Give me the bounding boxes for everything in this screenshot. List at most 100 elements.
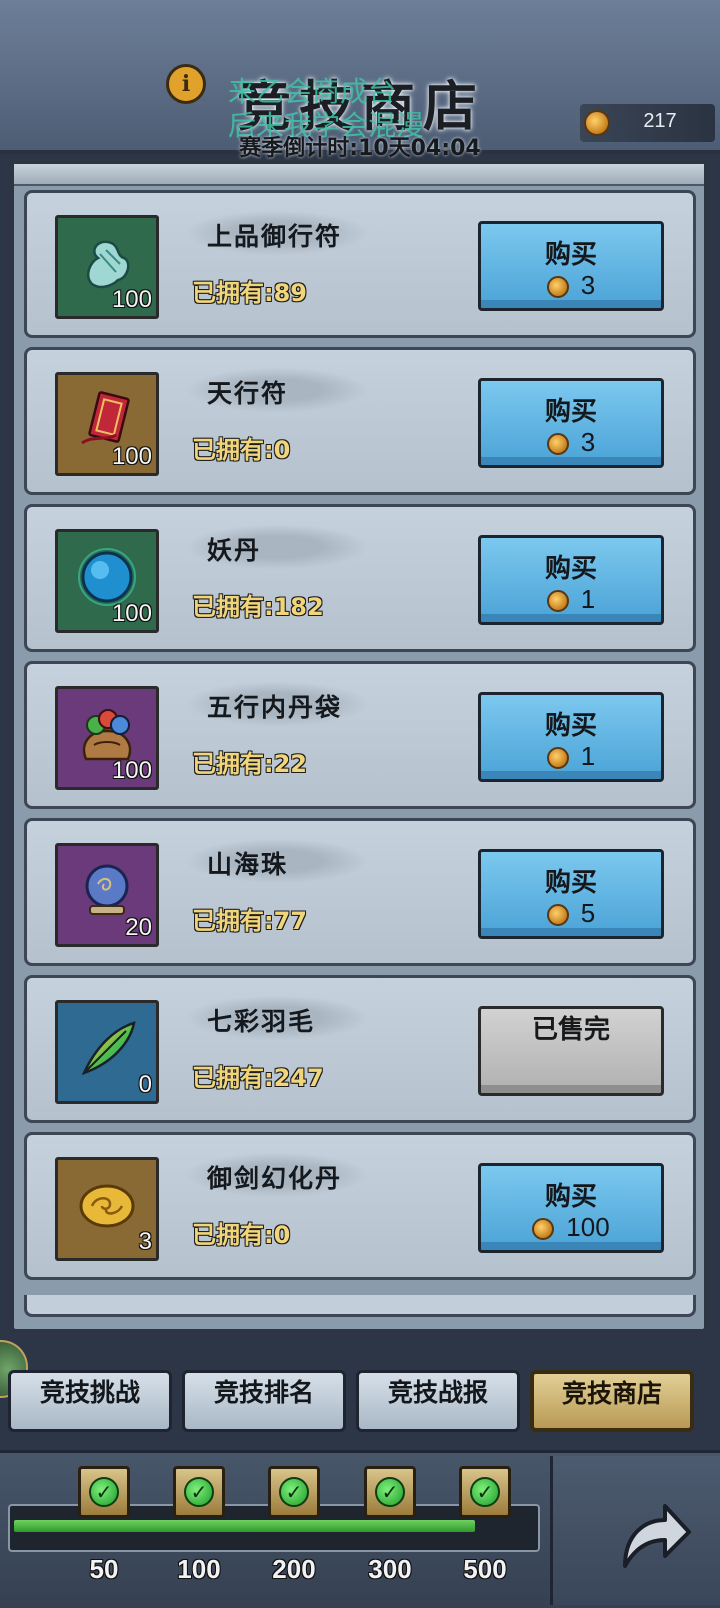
buy-price: 3 [481,270,661,301]
milestone-chest[interactable]: ✓ [459,1466,511,1518]
price-value: 100 [566,1212,610,1242]
milestone-chest[interactable]: ✓ [364,1466,416,1518]
item-art [76,1017,138,1079]
header-bar: i 竞技商店 来乙会商成台 后来我学会混漫 赛季倒计时:10天04:04 217 [0,0,720,161]
item-owned-count: 已拥有:0 [192,1221,291,1249]
milestone-label: 500 [463,1554,507,1584]
item-stack-count: 100 [111,600,152,627]
buy-label: 购买 [544,240,597,270]
shop-item-card: 100 天行符已拥有:0 购买 3 [24,347,696,495]
buy-price: 5 [481,898,661,929]
shop-item-card: 100 妖丹已拥有:182 购买 1 [24,504,696,652]
tab-2[interactable]: 竞技排名 [182,1370,346,1432]
scroll-talisman-icon[interactable]: 100 [55,215,159,319]
milestone-chest[interactable]: ✓ [78,1466,130,1518]
item-stack-count: 100 [111,443,152,470]
buy-button[interactable]: 购买 1 [478,692,664,782]
buy-button[interactable]: 购买 100 [478,1163,664,1253]
buy-label: 购买 [544,868,597,898]
item-owned-count: 已拥有:0 [192,436,291,464]
item-owned-count: 已拥有:247 [192,1064,324,1092]
item-owned-count: 已拥有:77 [192,907,307,935]
arena-coin-icon [546,590,569,613]
milestone-progress-fill [14,1520,475,1532]
arena-coin-icon [532,1218,555,1241]
item-stack-count: 0 [138,1071,152,1098]
shop-item-card: 100 五行内丹袋已拥有:22 购买 1 [24,661,696,809]
shop-item-card: 100 上品御行符已拥有:89 购买 3 [24,190,696,338]
item-owned-count: 已拥有:182 [192,593,324,621]
elixir-bag-icon[interactable]: 100 [55,686,159,790]
price-value: 3 [580,427,596,457]
item-owned-count: 已拥有:22 [192,750,307,778]
milestone-label: 200 [272,1554,316,1584]
item-art [76,860,138,922]
price-value: 1 [580,741,596,771]
shop-item-card: 3 御剑幻化丹已拥有:0 购买 100 [24,1132,696,1280]
buy-price: 100 [481,1212,661,1243]
buy-label: 购买 [544,554,597,584]
milestone-label: 100 [177,1554,221,1584]
item-name: 妖丹 [207,536,262,565]
item-stack-count: 3 [138,1228,152,1255]
item-art [76,703,138,765]
tab-4[interactable]: 竞技商店 [530,1370,694,1432]
check-icon: ✓ [375,1477,405,1507]
item-stack-count: 100 [111,757,152,784]
buy-price: 1 [481,741,661,772]
season-countdown: 赛季倒计时:10天04:04 [239,136,481,161]
crystal-ball-icon[interactable]: 20 [55,843,159,947]
tab-1[interactable]: 竞技挑战 [8,1370,172,1432]
price-value: 1 [580,584,596,614]
share-panel[interactable] [550,1456,720,1605]
demon-pill-orb-icon[interactable]: 100 [55,529,159,633]
buy-label: 购买 [544,711,597,741]
list-scroll-end [24,1295,696,1317]
rainbow-feather-icon[interactable]: 0 [55,1000,159,1104]
item-art [76,232,138,294]
red-talisman-icon[interactable]: 100 [55,372,159,476]
arena-tab-bar: 竞技挑战 竞技排名 竞技战报 竞技商店 [8,1370,714,1436]
buy-button[interactable]: 购买 3 [478,378,664,468]
check-icon: ✓ [470,1477,500,1507]
buy-button[interactable]: 购买 3 [478,221,664,311]
price-value: 3 [580,270,596,300]
item-art [76,389,138,451]
item-name: 天行符 [207,379,289,408]
tab-3[interactable]: 竞技战报 [356,1370,520,1432]
item-owned-count: 已拥有:89 [192,279,307,307]
item-stack-count: 20 [125,914,152,941]
arena-coin-icon [546,276,569,299]
golden-pill-icon[interactable]: 3 [55,1157,159,1261]
item-name: 五行内丹袋 [207,693,343,722]
item-art [76,1174,138,1236]
milestone-chest[interactable]: ✓ [173,1466,225,1518]
arena-coin-icon [546,747,569,770]
check-icon: ✓ [184,1477,214,1507]
shop-item-card: 20 山海珠 已拥有:77 购买 5 [24,818,696,966]
item-name: 七彩羽毛 [207,1007,316,1036]
item-art [76,546,138,608]
item-name: 御剑幻化丹 [207,1164,343,1193]
sold-out-button: 已售完 [478,1006,664,1096]
arena-coin-icon [584,110,610,136]
buy-label: 购买 [544,1182,597,1212]
item-name: 上品御行符 [207,222,343,251]
milestone-label: 300 [368,1554,412,1584]
share-arrow-icon[interactable] [611,1494,695,1578]
check-icon: ✓ [89,1477,119,1507]
item-stack-count: 100 [111,286,152,313]
arena-coin-icon [546,433,569,456]
price-value: 5 [580,898,596,928]
buy-price: 1 [481,584,661,615]
buy-label: 购买 [544,397,597,427]
shop-item-card: 0 七彩羽毛已拥有:247 已售完 [24,975,696,1123]
buy-button[interactable]: 购买 5 [478,849,664,939]
milestone-chest[interactable]: ✓ [268,1466,320,1518]
currency-display: 217 [580,104,715,142]
check-icon: ✓ [279,1477,309,1507]
currency-amount: 217 [643,110,677,132]
buy-button[interactable]: 购买 1 [478,535,664,625]
info-icon[interactable]: i [166,64,206,104]
buy-price: 3 [481,427,661,458]
